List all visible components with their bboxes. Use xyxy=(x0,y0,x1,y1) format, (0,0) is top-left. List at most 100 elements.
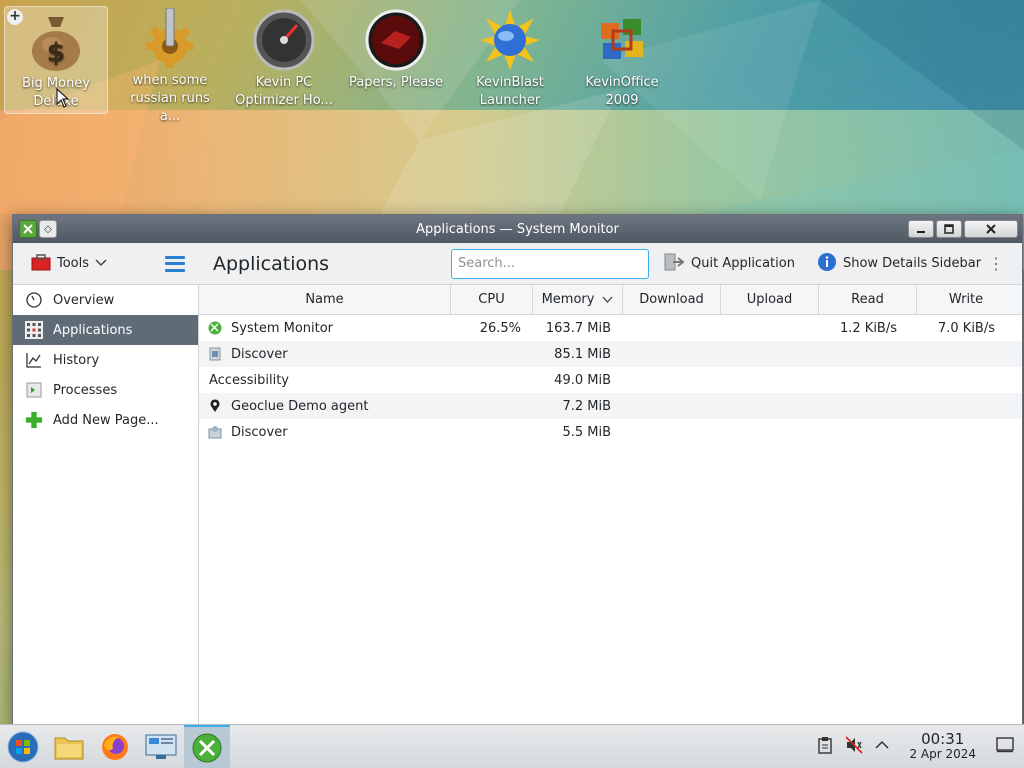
add-icon[interactable]: + xyxy=(7,9,23,25)
show-details-sidebar-button[interactable]: Show Details Sidebar xyxy=(817,252,981,276)
sidebar-item-add-new-page[interactable]: Add New Page... xyxy=(13,405,198,435)
column-header-download[interactable]: Download xyxy=(623,285,721,314)
column-header-upload[interactable]: Upload xyxy=(721,285,819,314)
desktop-icon-label: KevinOffice 2009 xyxy=(585,75,659,108)
minimize-button[interactable] xyxy=(908,220,934,238)
sidebar: Overview Applications History Processes xyxy=(13,285,199,725)
system-monitor-icon xyxy=(207,320,223,336)
table-row[interactable]: Accessibility 49.0 MiB xyxy=(199,367,1022,393)
tools-label: Tools xyxy=(57,256,90,271)
taskbar-system-settings[interactable] xyxy=(138,725,184,768)
discover-icon xyxy=(207,346,223,362)
table-row[interactable]: Discover 5.5 MiB xyxy=(199,419,1022,445)
desktop-icon-russian[interactable]: when some russian runs a... xyxy=(118,6,222,124)
sidebar-item-label: Processes xyxy=(53,382,118,398)
sidebar-item-label: Applications xyxy=(53,322,133,338)
row-name: Accessibility xyxy=(209,372,289,388)
column-header-write[interactable]: Write xyxy=(917,285,1015,314)
mouse-cursor-icon xyxy=(56,88,70,108)
sidebar-item-processes[interactable]: Processes xyxy=(13,375,198,405)
clock-date: 2 Apr 2024 xyxy=(909,746,976,761)
globe-sun-icon xyxy=(478,8,542,72)
discover-icon xyxy=(207,424,223,440)
sidebar-item-overview[interactable]: Overview xyxy=(13,285,198,315)
column-header-read[interactable]: Read xyxy=(819,285,917,314)
row-name: Discover xyxy=(231,424,288,440)
system-monitor-icon xyxy=(192,733,222,762)
app-menu-button[interactable] xyxy=(19,220,37,238)
column-header-label: Write xyxy=(948,292,984,307)
row-memory: 49.0 MiB xyxy=(554,372,611,388)
gauge-icon xyxy=(25,291,43,309)
column-header-memory[interactable]: Memory xyxy=(533,285,623,314)
desktop-icon-label: Papers, Please xyxy=(348,75,444,90)
volume-muted-icon[interactable] xyxy=(845,735,864,758)
tools-menu-button[interactable]: Tools xyxy=(31,253,131,275)
system-monitor-window: ◇ Applications — System Monitor Tools Ap… xyxy=(12,214,1023,726)
row-name: System Monitor xyxy=(231,320,334,336)
svg-text:$: $ xyxy=(47,38,65,68)
taskbar-system-monitor[interactable] xyxy=(184,724,230,768)
desktop-icon-kevinblast[interactable]: KevinBlast Launcher xyxy=(458,6,562,114)
start-orb-icon xyxy=(7,731,39,762)
quit-icon xyxy=(663,252,685,276)
terminal-icon xyxy=(25,381,43,399)
column-header-name[interactable]: Name xyxy=(199,285,451,314)
row-memory: 163.7 MiB xyxy=(545,320,611,336)
gear-icon xyxy=(138,8,202,70)
row-memory: 5.5 MiB xyxy=(562,424,611,440)
close-button[interactable] xyxy=(964,220,1018,238)
table-row[interactable]: Geoclue Demo agent 7.2 MiB xyxy=(199,393,1022,419)
clock[interactable]: 00:31 2 Apr 2024 xyxy=(909,731,976,762)
taskbar: 00:31 2 Apr 2024 xyxy=(0,724,1024,768)
show-details-label: Show Details Sidebar xyxy=(842,256,982,271)
column-header-label: CPU xyxy=(478,292,505,307)
chart-line-icon xyxy=(25,351,43,369)
desktop-icon-label: when some russian runs a... xyxy=(130,73,210,124)
sidebar-item-label: History xyxy=(53,352,100,368)
maximize-button[interactable] xyxy=(936,220,962,238)
toolbar: Tools Applications Quit Application Show… xyxy=(13,243,1022,285)
hamburger-menu-icon[interactable] xyxy=(165,255,185,272)
row-memory: 7.2 MiB xyxy=(562,398,611,414)
desktop-icon-papers-please[interactable]: Papers, Please xyxy=(344,6,448,114)
info-icon xyxy=(817,252,837,276)
desktop-icon-kevinoffice[interactable]: KevinOffice 2009 xyxy=(570,6,674,114)
column-header-label: Upload xyxy=(746,292,793,307)
quit-application-label: Quit Application xyxy=(691,256,795,271)
show-desktop-icon[interactable] xyxy=(996,736,1014,757)
sidebar-item-history[interactable]: History xyxy=(13,345,198,375)
desktop-icon-label: Kevin PC Optimizer Ho... xyxy=(235,75,333,108)
toolbox-icon xyxy=(31,253,51,275)
tray-expand-chevron-up-icon[interactable] xyxy=(875,739,889,754)
table-row[interactable]: Discover 85.1 MiB xyxy=(199,341,1022,367)
sidebar-item-applications[interactable]: Applications xyxy=(13,315,198,345)
desktop-icon-kevin-optimizer[interactable]: Kevin PC Optimizer Ho... xyxy=(232,6,336,114)
page-title: Applications xyxy=(213,252,330,275)
speedometer-icon xyxy=(252,8,316,72)
search-input[interactable] xyxy=(451,248,649,279)
sidebar-item-label: Add New Page... xyxy=(53,412,159,428)
window-titlebar[interactable]: ◇ Applications — System Monitor xyxy=(13,215,1022,243)
keep-above-button[interactable]: ◇ xyxy=(39,220,57,238)
office-logo-icon xyxy=(590,8,654,72)
column-header-label: Read xyxy=(851,292,884,307)
monitor-settings-icon xyxy=(145,734,177,759)
folder-icon xyxy=(54,737,84,759)
taskbar-firefox[interactable] xyxy=(92,725,138,768)
firefox-icon xyxy=(102,733,128,760)
row-read: 1.2 KiB/s xyxy=(839,320,897,336)
column-header-label: Download xyxy=(639,292,704,307)
chevron-down-icon xyxy=(95,256,107,271)
column-header-cpu[interactable]: CPU xyxy=(451,285,533,314)
money-bag-icon: $ xyxy=(24,9,88,73)
taskbar-file-manager[interactable] xyxy=(46,725,92,768)
start-menu-button[interactable] xyxy=(0,725,46,768)
desktop-icon-label: KevinBlast Launcher xyxy=(476,75,544,108)
papers-please-icon xyxy=(364,8,428,72)
table-row[interactable]: System Monitor 26.5% 163.7 MiB 1.2 KiB/s… xyxy=(199,315,1022,341)
row-name: Geoclue Demo agent xyxy=(231,398,369,414)
quit-application-button[interactable]: Quit Application xyxy=(663,252,795,276)
overflow-menu-icon[interactable]: ⋮ xyxy=(988,255,1004,271)
clipboard-icon[interactable] xyxy=(817,736,833,758)
